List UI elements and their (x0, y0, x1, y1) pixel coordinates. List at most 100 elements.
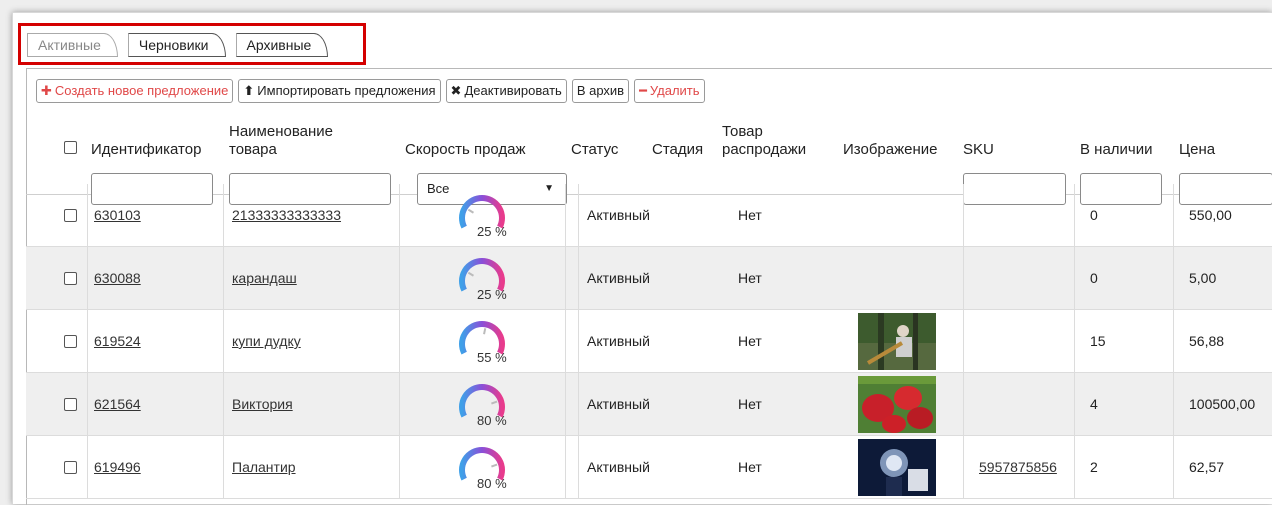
row-sale: Нет (738, 207, 762, 223)
row-divider (87, 247, 88, 310)
row-status: Активный (587, 207, 650, 223)
sales-speed-value: 55 % (477, 350, 507, 365)
close-icon: ✖ (450, 83, 462, 98)
row-name-link[interactable]: карандаш (232, 269, 297, 287)
row-checkbox[interactable] (64, 209, 77, 222)
row-divider (399, 373, 400, 436)
column-name-line1[interactable]: Наименование (229, 123, 333, 140)
table-row[interactable]: 619496 Палантир 80 % Активный Нет 595787585… (26, 436, 1272, 499)
row-divider (1173, 373, 1174, 436)
plus-icon: ✚ (41, 83, 52, 98)
tab-active[interactable]: Активные (27, 33, 118, 57)
column-stage[interactable]: Стадия (652, 141, 703, 158)
row-divider (87, 373, 88, 436)
product-image[interactable] (858, 313, 936, 370)
tab-drafts[interactable]: Черновики (127, 33, 226, 57)
row-stock: 15 (1090, 333, 1106, 349)
row-divider (963, 373, 964, 436)
row-sale: Нет (738, 396, 762, 412)
column-sku[interactable]: SKU (963, 141, 994, 158)
row-divider (565, 184, 566, 247)
column-id[interactable]: Идентификатор (91, 141, 201, 158)
row-checkbox[interactable] (64, 335, 77, 348)
column-image: Изображение (843, 141, 938, 158)
table-row[interactable]: 630103 21333333333333 25 % Активный Нет 0 550… (26, 184, 1272, 247)
row-price: 550,00 (1189, 207, 1232, 223)
row-price: 5,00 (1189, 270, 1217, 286)
row-name-link[interactable]: 21333333333333 (232, 206, 341, 224)
row-divider (223, 184, 224, 247)
status-tabs: Активные Черновики Архивные (27, 33, 338, 57)
row-id-link[interactable]: 619496 (94, 458, 141, 476)
row-divider (1173, 310, 1174, 373)
row-stock: 0 (1090, 207, 1098, 223)
product-image[interactable] (858, 376, 936, 433)
row-id-link[interactable]: 630103 (94, 206, 141, 224)
row-divider (87, 310, 88, 373)
row-status: Активный (587, 270, 650, 286)
gauge-needle (483, 328, 487, 335)
column-status[interactable]: Статус (571, 141, 618, 158)
select-all-checkbox[interactable] (64, 141, 77, 154)
gauge-needle (491, 400, 498, 405)
row-divider (87, 436, 88, 499)
table-row[interactable]: 621564 Виктория 80 % Активный Нет 4 100500,0… (26, 373, 1272, 436)
table-row[interactable]: 630088 карандаш 25 % Активный Нет 0 5,00 (26, 247, 1272, 310)
row-divider (963, 184, 964, 247)
deactivate-label: Деактивировать (464, 83, 562, 98)
import-offers-button[interactable]: ⬆ Импортировать предложения (238, 79, 441, 103)
row-divider (578, 310, 579, 373)
sales-speed-value: 80 % (477, 413, 507, 428)
row-name-link[interactable]: Виктория (232, 395, 293, 413)
row-name-link[interactable]: Палантир (232, 458, 296, 476)
row-divider (1074, 436, 1075, 499)
row-divider (565, 373, 566, 436)
row-divider (1173, 436, 1174, 499)
row-sale: Нет (738, 459, 762, 475)
row-divider (1074, 310, 1075, 373)
table-row[interactable]: 619524 купи дудку 55 % Активный Нет 15 56,88 (26, 310, 1272, 373)
product-image[interactable] (858, 439, 936, 496)
row-divider (1074, 184, 1075, 247)
row-divider (963, 310, 964, 373)
column-sale-line2[interactable]: распродажи (722, 141, 806, 158)
row-divider (1173, 247, 1174, 310)
row-price: 56,88 (1189, 333, 1225, 349)
deactivate-button[interactable]: ✖ Деактивировать (445, 79, 567, 103)
row-divider (1074, 373, 1075, 436)
row-divider (578, 436, 579, 499)
row-checkbox[interactable] (64, 461, 77, 474)
sales-speed-value: 25 % (477, 287, 507, 302)
column-name-line2[interactable]: товара (229, 141, 277, 158)
column-speed[interactable]: Скорость продаж (405, 141, 526, 158)
minus-icon: ━ (639, 83, 647, 98)
row-divider (565, 247, 566, 310)
row-checkbox[interactable] (64, 398, 77, 411)
column-stock[interactable]: В наличии (1080, 141, 1153, 158)
offers-panel: Активные Черновики Архивные ✚ Создать нов… (12, 12, 1272, 505)
delete-button[interactable]: ━ Удалить (634, 79, 705, 103)
toolbar: ✚ Создать новое предложение ⬆ Импортироват… (36, 79, 710, 103)
row-id-link[interactable]: 619524 (94, 332, 141, 350)
row-divider (578, 373, 579, 436)
row-divider (1173, 184, 1174, 247)
create-offer-button[interactable]: ✚ Создать новое предложение (36, 79, 234, 103)
row-id-link[interactable]: 630088 (94, 269, 141, 287)
row-checkbox[interactable] (64, 272, 77, 285)
column-sale-line1[interactable]: Товар (722, 123, 763, 140)
column-price[interactable]: Цена (1179, 141, 1215, 158)
import-offers-label: Импортировать предложения (257, 83, 436, 98)
row-divider (399, 310, 400, 373)
tab-archived[interactable]: Архивные (235, 33, 329, 57)
row-divider (1074, 247, 1075, 310)
delete-label: Удалить (649, 83, 700, 98)
row-stock: 2 (1090, 459, 1098, 475)
row-sku-link[interactable]: 5957875856 (979, 458, 1057, 476)
row-divider (578, 184, 579, 247)
row-status: Активный (587, 396, 650, 412)
archive-button[interactable]: В архив (571, 79, 630, 103)
row-name-link[interactable]: купи дудку (232, 332, 301, 350)
row-id-link[interactable]: 621564 (94, 395, 141, 413)
row-divider (399, 436, 400, 499)
row-sale: Нет (738, 333, 762, 349)
